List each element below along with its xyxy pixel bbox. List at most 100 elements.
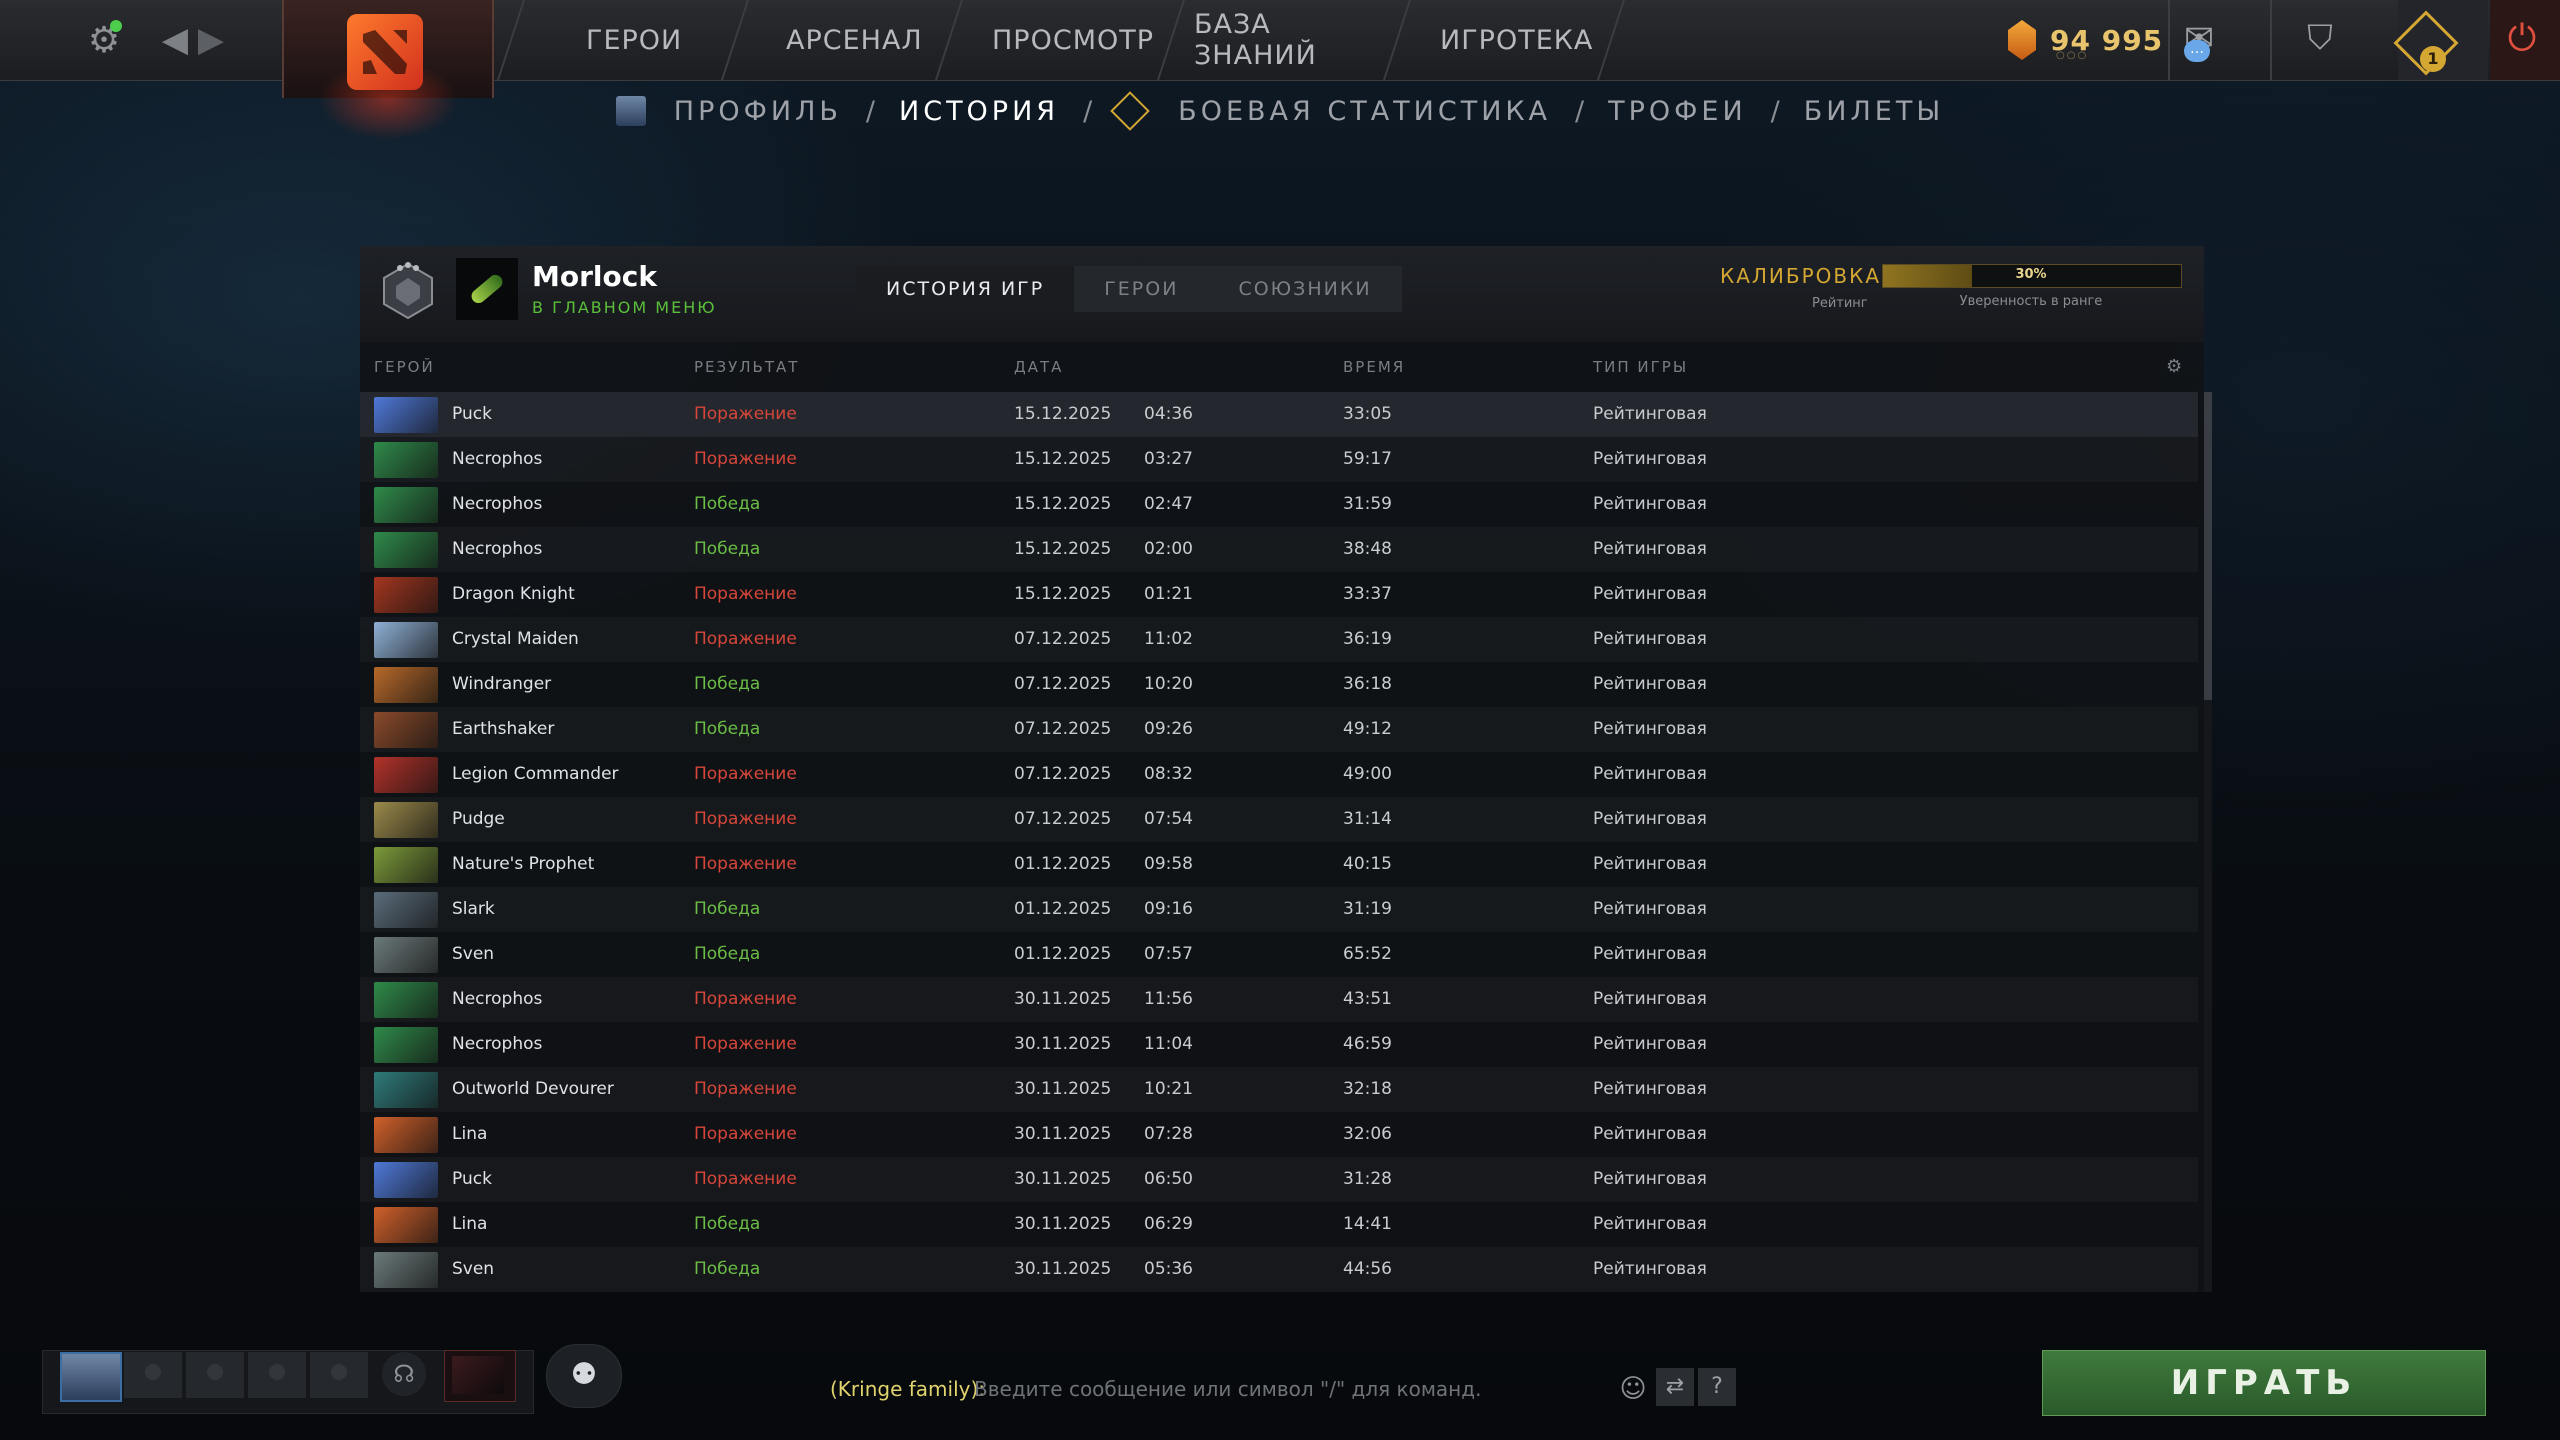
player-status: В ГЛАВНОМ МЕНЮ <box>532 298 717 317</box>
hero-portrait <box>374 1162 438 1198</box>
match-duration: 38:48 <box>1343 539 1392 559</box>
power-icon[interactable]: ⏻ <box>2500 18 2544 62</box>
match-result: Поражение <box>694 449 797 469</box>
topbar-divider <box>2270 0 2272 80</box>
headset-icon[interactable]: ☊ <box>382 1352 426 1396</box>
match-type: Рейтинговая <box>1593 1124 1707 1144</box>
hero-portrait <box>374 1027 438 1063</box>
match-type: Рейтинговая <box>1593 674 1707 694</box>
subnav-stats[interactable]: БОЕВАЯ СТАТИСТИКА <box>1178 96 1551 127</box>
col-date[interactable]: ДАТА <box>1014 358 1063 376</box>
party-slot-empty[interactable] <box>124 1352 182 1398</box>
match-date: 07.12.2025 <box>1014 629 1112 649</box>
col-time[interactable]: ВРЕМЯ <box>1343 358 1405 376</box>
table-row[interactable]: Windranger Победа 07.12.2025 10:20 36:18 Рейт… <box>360 662 2198 707</box>
table-row[interactable]: Lina Победа 30.11.2025 06:29 14:41 Рейтингова… <box>360 1202 2198 1247</box>
match-date: 15.12.2025 <box>1014 404 1112 424</box>
col-result[interactable]: РЕЗУЛЬТАТ <box>694 358 799 376</box>
avatar[interactable] <box>456 258 518 320</box>
table-row[interactable]: Necrophos Поражение 30.11.2025 11:04 46:59 Ре… <box>360 1022 2198 1067</box>
subnav-trophies[interactable]: ТРОФЕИ <box>1608 96 1747 127</box>
match-duration: 33:05 <box>1343 404 1392 424</box>
match-date: 07.12.2025 <box>1014 764 1112 784</box>
table-row[interactable]: Legion Commander Поражение 07.12.2025 08:32… <box>360 752 2198 797</box>
match-type: Рейтинговая <box>1593 719 1707 739</box>
chat-channel[interactable]: (Kringe family): <box>830 1377 985 1401</box>
match-type: Рейтинговая <box>1593 899 1707 919</box>
forward-arrow-icon[interactable]: ▶ <box>194 18 228 62</box>
match-date: 30.11.2025 <box>1014 1124 1112 1144</box>
table-row[interactable]: Pudge Поражение 07.12.2025 07:54 31:14 Рейтин… <box>360 797 2198 842</box>
hero-name: Legion Commander <box>452 764 619 784</box>
table-row[interactable]: Nature's Prophet Поражение 01.12.2025 09:58… <box>360 842 2198 887</box>
nav-watch[interactable]: ПРОСМОТР <box>992 25 1154 56</box>
scrollbar-thumb[interactable] <box>2204 392 2212 700</box>
hero-name: Necrophos <box>452 1034 543 1054</box>
table-row[interactable]: Puck Поражение 30.11.2025 06:50 31:28 Рейтинг… <box>360 1157 2198 1202</box>
match-result: Победа <box>694 539 761 559</box>
table-row[interactable]: Sven Победа 30.11.2025 05:36 44:56 Рейтингова… <box>360 1247 2198 1292</box>
table-row[interactable]: Necrophos Поражение 30.11.2025 11:56 43:51 Ре… <box>360 977 2198 1022</box>
help-icon[interactable]: ? <box>1698 1368 1736 1406</box>
dota-logo-icon[interactable] <box>347 14 423 90</box>
table-row[interactable]: Dragon Knight Поражение 15.12.2025 01:21 33:… <box>360 572 2198 617</box>
table-row[interactable]: Crystal Maiden Поражение 07.12.2025 11:02 36… <box>360 617 2198 662</box>
match-date: 07.12.2025 <box>1014 674 1112 694</box>
party-slot-empty[interactable] <box>186 1352 244 1398</box>
table-row[interactable]: Outworld Devourer Поражение 30.11.2025 10:2… <box>360 1067 2198 1112</box>
tab-heroes[interactable]: ГЕРОИ <box>1074 266 1209 312</box>
match-duration: 32:18 <box>1343 1079 1392 1099</box>
group-icon[interactable]: ⚉ <box>546 1344 622 1408</box>
match-type: Рейтинговая <box>1593 944 1707 964</box>
hero-name: Sven <box>452 944 495 964</box>
chat-switch-icon[interactable]: ⇄ <box>1656 1368 1694 1406</box>
table-row[interactable]: Sven Победа 01.12.2025 07:57 65:52 Рейтингова… <box>360 932 2198 977</box>
match-date: 07.12.2025 <box>1014 809 1112 829</box>
col-game-type[interactable]: ТИП ИГРЫ <box>1593 358 1688 376</box>
party-slot-empty[interactable] <box>248 1352 306 1398</box>
nav-heroes[interactable]: ГЕРОИ <box>586 25 682 56</box>
match-duration: 33:37 <box>1343 584 1392 604</box>
armory-icon[interactable]: ⛉ <box>2298 18 2342 62</box>
subnav-profile[interactable]: ПРОФИЛЬ <box>674 96 842 127</box>
match-date: 15.12.2025 <box>1014 539 1112 559</box>
table-row[interactable]: Necrophos Победа 15.12.2025 02:00 38:48 Рейти… <box>360 527 2198 572</box>
table-row[interactable]: Earthshaker Победа 07.12.2025 09:26 49:12 Рей… <box>360 707 2198 752</box>
hero-portrait <box>374 532 438 568</box>
nav-learn[interactable]: БАЗА ЗНАНИЙ <box>1194 9 1317 71</box>
tab-match-history[interactable]: ИСТОРИЯ ИГР <box>856 266 1075 312</box>
match-duration: 49:00 <box>1343 764 1392 784</box>
match-clock: 11:04 <box>1144 1034 1193 1054</box>
party-slot-empty[interactable] <box>310 1352 368 1398</box>
subnav-tickets[interactable]: БИЛЕТЫ <box>1804 96 1944 127</box>
back-arrow-icon[interactable]: ◀ <box>158 18 192 62</box>
history-tabs: ИСТОРИЯ ИГР ГЕРОИ СОЮЗНИКИ <box>856 266 1402 312</box>
table-row[interactable]: Lina Поражение 30.11.2025 07:28 32:06 Рейтинг… <box>360 1112 2198 1157</box>
avatar[interactable] <box>60 1352 122 1402</box>
table-settings-icon[interactable]: ⚙ <box>2166 356 2182 377</box>
hero-name: Necrophos <box>452 989 543 1009</box>
hero-portrait <box>374 487 438 523</box>
nav-arcade[interactable]: ИГРОТЕКА <box>1440 25 1593 56</box>
table-row[interactable]: Necrophos Победа 15.12.2025 02:47 31:59 Рейти… <box>360 482 2198 527</box>
match-date: 30.11.2025 <box>1014 989 1112 1009</box>
tab-allies[interactable]: СОЮЗНИКИ <box>1208 266 1402 312</box>
match-duration: 31:28 <box>1343 1169 1392 1189</box>
hero-portrait <box>374 847 438 883</box>
table-row[interactable]: Necrophos Поражение 15.12.2025 03:27 59:17 Ре… <box>360 437 2198 482</box>
match-clock: 10:20 <box>1144 674 1193 694</box>
hero-portrait <box>374 1207 438 1243</box>
hero-name: Necrophos <box>452 449 543 469</box>
hero-name: Nature's Prophet <box>452 854 595 874</box>
table-row[interactable]: Slark Победа 01.12.2025 09:16 31:19 Рейтингов… <box>360 887 2198 932</box>
subnav-history[interactable]: ИСТОРИЯ <box>899 96 1059 127</box>
play-button[interactable]: ИГРАТЬ <box>2042 1350 2486 1416</box>
chat-input[interactable] <box>972 1370 1616 1408</box>
chat-bubble-icon: … <box>2184 40 2210 62</box>
nav-arsenal[interactable]: АРСЕНАЛ <box>786 25 923 56</box>
col-hero[interactable]: ГЕРОЙ <box>374 358 435 376</box>
table-row[interactable]: Puck Поражение 15.12.2025 04:36 33:05 Рейтинг… <box>360 392 2198 437</box>
emoji-icon[interactable]: ☺ <box>1618 1374 1648 1404</box>
match-clock: 06:50 <box>1144 1169 1193 1189</box>
match-type: Рейтинговая <box>1593 1214 1707 1234</box>
